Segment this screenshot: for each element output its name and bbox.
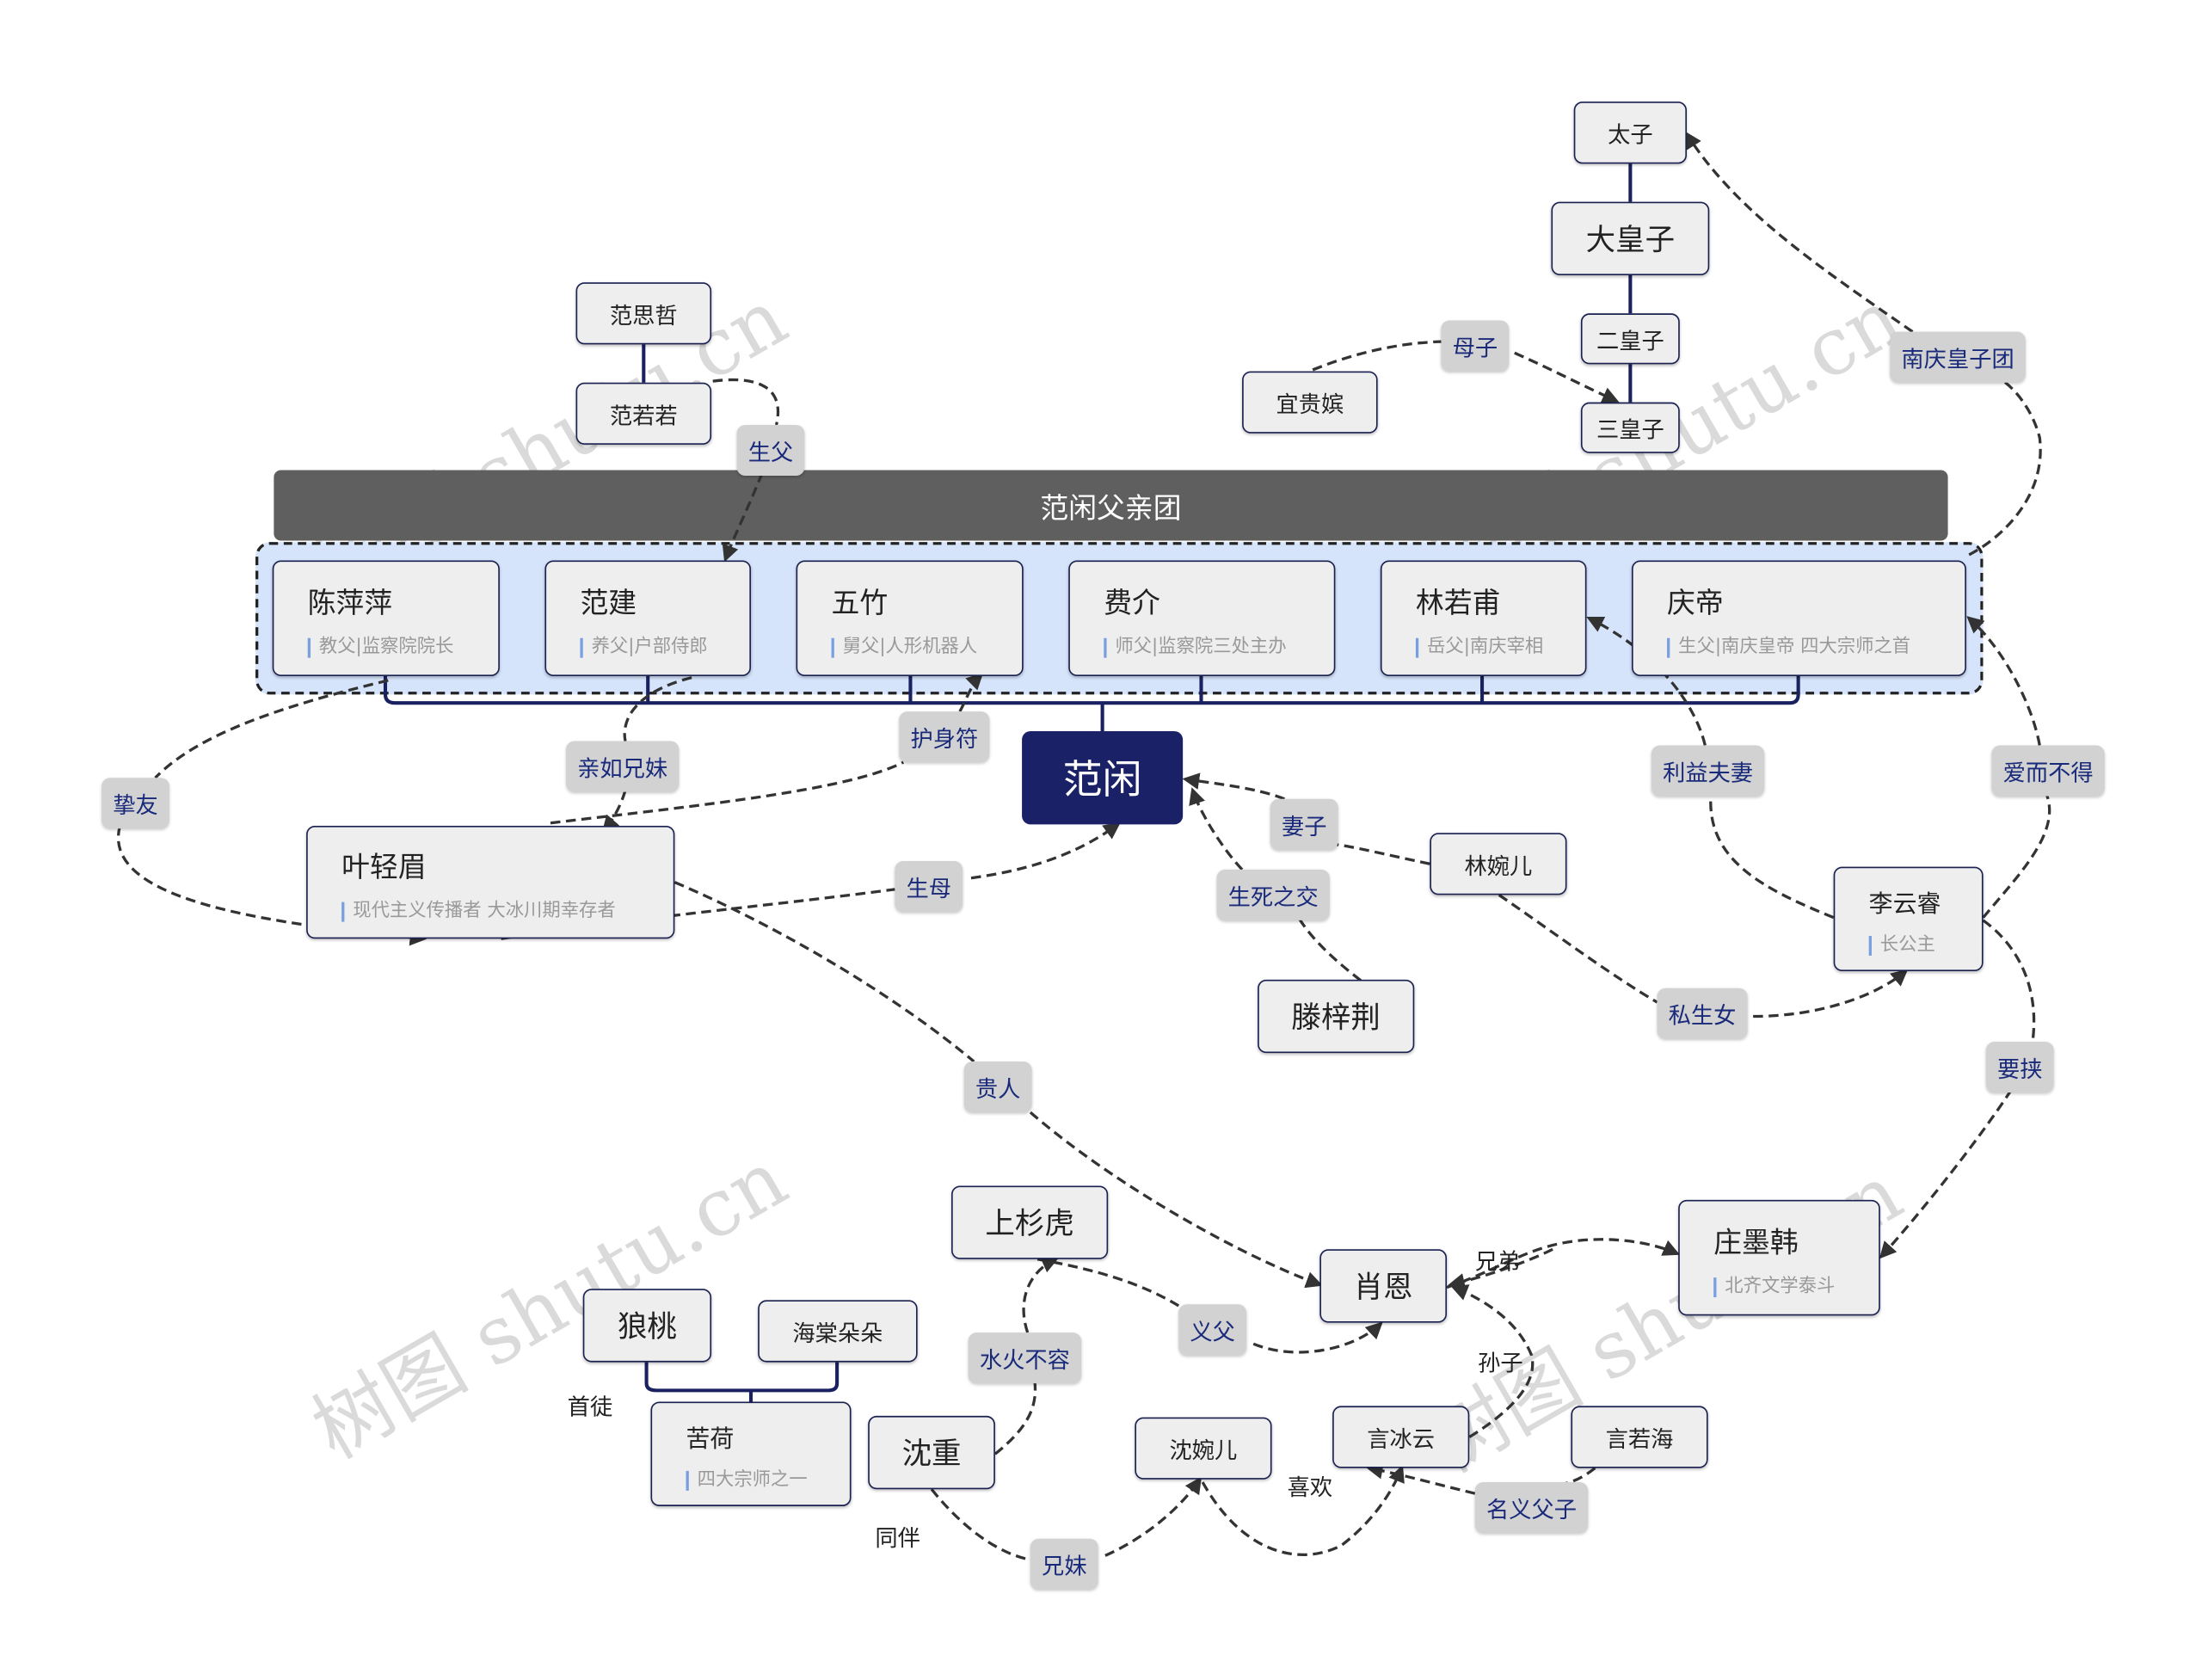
relation-label[interactable]: 义父 (1178, 1304, 1247, 1356)
node-li-yunrui[interactable]: 李云睿 长公主 (1833, 866, 1984, 972)
relation-text: 同伴 (875, 1524, 920, 1552)
relation-label[interactable]: 生父 (736, 424, 805, 477)
node-desc: 长公主 (1868, 934, 1935, 956)
relation-label[interactable]: 生死之交 (1216, 869, 1330, 920)
node-taizi[interactable]: 太子 (1573, 102, 1687, 164)
node-fan-jian[interactable]: 范建养父|户部侍郎 (544, 560, 752, 677)
relation-label[interactable]: 亲如兄妹 (566, 741, 680, 792)
node-yan-bingyun[interactable]: 言冰云 (1332, 1406, 1470, 1468)
relation-label[interactable]: 爱而不得 (1991, 745, 2105, 797)
node-desc: 教父|监察院院长 (307, 637, 453, 657)
node-title: 叶轻眉 (341, 849, 427, 883)
node-ye-qingmei[interactable]: 叶轻眉现代主义传播者 大冰川期幸存者 (306, 825, 675, 939)
relation-text: 孙子 (1478, 1349, 1523, 1376)
node-title: 李云睿 (1868, 889, 1941, 919)
root-node-fan-xian[interactable]: 范闲 (1022, 731, 1184, 825)
relation-label[interactable]: 私生女 (1657, 988, 1748, 1039)
node-title: 庄墨韩 (1713, 1224, 1799, 1258)
node-desc: 岳父|南庆宰相 (1415, 637, 1543, 657)
node-shen-zhong[interactable]: 沈重 (868, 1415, 995, 1490)
relation-label[interactable]: 护身符 (899, 711, 990, 763)
relation-label[interactable]: 母子 (1441, 320, 1510, 372)
node-lang-tao[interactable]: 狼桃 (582, 1289, 712, 1363)
node-title: 陈萍萍 (307, 585, 393, 619)
relation-label[interactable]: 生母 (895, 861, 963, 913)
node-ku-he[interactable]: 苦荷 四大宗师之一 (650, 1401, 852, 1506)
relation-label[interactable]: 挚友 (101, 778, 169, 829)
node-wu-zhu[interactable]: 五竹舅父|人形机器人 (796, 560, 1024, 677)
node-title: 范建 (580, 585, 637, 619)
node-chen-pingping[interactable]: 陈萍萍教父|监察院院长 (272, 560, 500, 677)
node-desc: 北齐文学泰斗 (1713, 1276, 1835, 1297)
node-desc: 舅父|人形机器人 (831, 637, 977, 657)
relation-text: 喜欢 (1287, 1474, 1333, 1501)
relation-label[interactable]: 名义父子 (1474, 1482, 1589, 1534)
tree-line (644, 1362, 840, 1402)
relation-label[interactable]: 妻子 (1270, 798, 1338, 850)
node-yan-ruohai[interactable]: 言若海 (1571, 1406, 1708, 1468)
relation-label[interactable]: 水火不容 (968, 1332, 1082, 1384)
node-desc: 四大宗师之一 (686, 1469, 808, 1491)
node-fei-jie[interactable]: 费介师父|监察院三处主办 (1068, 560, 1336, 677)
relation-label[interactable]: 贵人 (963, 1062, 1032, 1113)
node-title: 苦荷 (686, 1425, 735, 1454)
node-qing-di[interactable]: 庆帝生父|南庆皇帝 四大宗师之首 (1631, 560, 1966, 677)
node-title: 费介 (1104, 585, 1160, 619)
node-zhuang-mohan[interactable]: 庄墨韩 北齐文学泰斗 (1678, 1199, 1880, 1316)
relation-label[interactable]: 利益夫妻 (1651, 745, 1765, 797)
relation-text: 首徒 (567, 1393, 613, 1420)
node-desc: 养父|户部侍郎 (580, 637, 708, 657)
node-desc: 现代主义传播者 大冰川期幸存者 (341, 901, 616, 921)
tree-line (383, 676, 1800, 732)
relation-label[interactable]: 兄妹 (1030, 1538, 1098, 1590)
relation-label[interactable]: 要挟 (1985, 1042, 2054, 1093)
node-xiao-en[interactable]: 肖恩 (1319, 1249, 1448, 1323)
node-teng-zijing[interactable]: 滕梓荆 (1258, 979, 1415, 1054)
node-shangshan-hu[interactable]: 上杉虎 (951, 1185, 1109, 1259)
node-title: 林若甫 (1415, 585, 1501, 619)
node-shen-waner[interactable]: 沈婉儿 (1135, 1417, 1272, 1480)
node-erhuangzi[interactable]: 二皇子 (1580, 313, 1680, 365)
node-desc: 师父|监察院三处主办 (1104, 637, 1287, 657)
node-title: 五竹 (831, 585, 889, 619)
node-haitang-duoduo[interactable]: 海棠朵朵 (758, 1300, 918, 1363)
node-fanruoruo[interactable]: 范若若 (575, 382, 712, 445)
node-title: 庆帝 (1667, 585, 1724, 619)
node-fansizhe[interactable]: 范思哲 (575, 282, 712, 345)
mind-map-canvas: 树图 shutu.cn 树图 shutu.cn 树图 shutu.cn 树图 s… (0, 0, 2202, 1680)
node-dahuangzi[interactable]: 大皇子 (1551, 201, 1710, 275)
relation-text: 兄弟 (1474, 1247, 1521, 1275)
node-sanhuangzi[interactable]: 三皇子 (1580, 402, 1680, 453)
node-lin-waner[interactable]: 林婉儿 (1430, 833, 1567, 895)
node-desc: 生父|南庆皇帝 四大宗师之首 (1667, 637, 1910, 657)
relation-label[interactable]: 南庆皇子团 (1890, 331, 2026, 383)
node-lin-ruofu[interactable]: 林若甫岳父|南庆宰相 (1380, 560, 1587, 677)
node-yiguipin[interactable]: 宜贵嫔 (1242, 371, 1378, 434)
